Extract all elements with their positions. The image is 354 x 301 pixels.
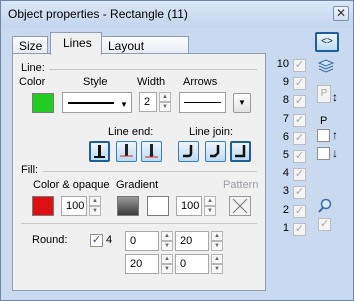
level-number: 2: [282, 203, 289, 216]
round-bottom-right-stepper[interactable]: ▲ ▼: [211, 254, 223, 274]
gradient-label: Gradient: [116, 179, 159, 191]
line-style-label: Style: [83, 76, 108, 88]
line-join-bevel-icon: [210, 145, 220, 158]
gradient-start-swatch[interactable]: [117, 196, 139, 216]
title-bar[interactable]: Object properties - Rectangle (11) ✕: [1, 1, 353, 27]
round-top-right-stepper[interactable]: ▲ ▼: [211, 231, 223, 251]
level-number: 3: [282, 185, 289, 198]
level-checkbox[interactable]: ✓: [293, 59, 306, 72]
line-end-square-button[interactable]: [116, 141, 137, 162]
layers-icon[interactable]: [317, 58, 335, 74]
pattern-button[interactable]: [229, 196, 251, 216]
line-style-dropdown[interactable]: ▼: [62, 92, 132, 113]
level-checkbox[interactable]: ✓: [293, 131, 306, 145]
round-separator: [21, 223, 257, 224]
arrow-up-icon: ↑: [332, 128, 338, 142]
round-label: Round:: [32, 234, 68, 246]
fill-opacity-stepper[interactable]: ▲ ▼: [89, 196, 101, 216]
fill-color-swatch[interactable]: [32, 196, 54, 216]
arrows-preview-box[interactable]: [179, 92, 226, 113]
level-number: 4: [282, 167, 289, 180]
level-checkbox[interactable]: ✓: [293, 168, 306, 182]
tab-size[interactable]: Size: [12, 36, 48, 54]
arrow-up-down-icon: ↕: [332, 90, 338, 104]
gradient-opacity-stepper[interactable]: ▲ ▼: [204, 196, 216, 216]
lines-panel: Line: Color Style Width Arrows ▼ 2 ▲ ▼ ▼ …: [12, 53, 266, 291]
fill-opacity-input[interactable]: 100: [61, 196, 87, 216]
gradient-end-swatch[interactable]: [147, 196, 169, 216]
level-checkbox[interactable]: ✓: [293, 95, 306, 109]
arrows-line-preview: [184, 102, 221, 103]
side-checkbox-bottom[interactable]: ✓: [318, 218, 331, 231]
line-join-bevel-button[interactable]: [205, 141, 226, 162]
gradient-opacity-input[interactable]: 100: [176, 196, 202, 216]
round-checkbox[interactable]: ✓: [90, 234, 103, 247]
chevron-down-icon: ▼: [120, 100, 128, 109]
line-end-flat-button[interactable]: [89, 141, 110, 162]
line-color-label: Color: [19, 76, 46, 88]
line-join-round-button[interactable]: [178, 141, 199, 162]
window-title: Object properties - Rectangle (11): [8, 7, 188, 21]
line-end-square-icon: [120, 144, 133, 157]
chevron-down-icon: ▼: [238, 98, 246, 107]
level-number: 6: [282, 130, 289, 143]
line-separator: [49, 69, 257, 70]
move-down-checkbox[interactable]: [317, 147, 330, 160]
line-end-label: Line end:: [108, 126, 154, 138]
level-number: 8: [282, 94, 289, 107]
level-number: 10: [276, 58, 289, 70]
line-color-swatch[interactable]: [32, 93, 54, 113]
round-top-left-input[interactable]: 0: [125, 231, 159, 251]
line-style-preview: [68, 102, 114, 104]
fill-color-opaque-label: Color & opaque: [33, 179, 110, 191]
line-arrows-label: Arrows: [183, 76, 218, 88]
line-width-input[interactable]: 2: [139, 92, 157, 112]
level-number: 9: [282, 76, 289, 89]
close-button[interactable]: ✕: [333, 6, 349, 21]
tab-lines[interactable]: Lines: [50, 32, 102, 55]
line-join-miter-icon: [235, 145, 246, 158]
line-end-flat-icon: [94, 145, 105, 158]
line-join-round-icon: [183, 145, 193, 158]
level-checkbox[interactable]: ✓: [293, 113, 306, 127]
fill-separator: [43, 171, 257, 172]
round-check-label: 4: [106, 234, 113, 246]
properties-window: Object properties - Rectangle (11) ✕ Siz…: [0, 0, 354, 301]
move-up-checkbox[interactable]: [317, 129, 330, 142]
print-p-box[interactable]: P: [317, 85, 331, 103]
arrows-dropdown-button[interactable]: ▼: [233, 93, 251, 113]
level-number: 7: [282, 112, 289, 125]
search-icon[interactable]: [317, 198, 333, 214]
line-end-round-icon: [145, 144, 158, 158]
round-bottom-right-input[interactable]: 0: [175, 254, 209, 274]
level-checkbox[interactable]: ✓: [293, 77, 306, 91]
fill-section-label: Fill:: [21, 164, 39, 176]
line-join-label: Line join:: [189, 126, 234, 138]
level-number: 5: [282, 149, 289, 161]
line-section-label: Line:: [21, 62, 45, 74]
line-width-label: Width: [137, 76, 166, 88]
pattern-none-icon: [232, 198, 248, 214]
line-end-round-button[interactable]: [141, 141, 162, 162]
level-checkbox[interactable]: ✓: [293, 222, 306, 236]
pattern-label: Pattern: [223, 179, 259, 191]
level-checkbox[interactable]: ✓: [293, 204, 306, 218]
arrow-down-icon: ↓: [332, 146, 338, 160]
level-checkbox[interactable]: ✓: [293, 186, 306, 200]
round-bottom-left-stepper[interactable]: ▲ ▼: [161, 254, 173, 274]
level-number: 1: [282, 221, 289, 234]
round-top-left-stepper[interactable]: ▲ ▼: [161, 231, 173, 251]
line-width-stepper[interactable]: ▲ ▼: [159, 92, 171, 112]
expand-toggle-button[interactable]: <>: [315, 32, 339, 52]
print-label: P: [320, 115, 328, 127]
tab-layout-manager[interactable]: Layout manager: [101, 36, 189, 67]
round-top-right-input[interactable]: 20: [175, 231, 209, 251]
round-bottom-left-input[interactable]: 20: [125, 254, 159, 274]
level-checkbox[interactable]: ✓: [293, 150, 306, 163]
line-join-miter-button[interactable]: [230, 141, 251, 162]
